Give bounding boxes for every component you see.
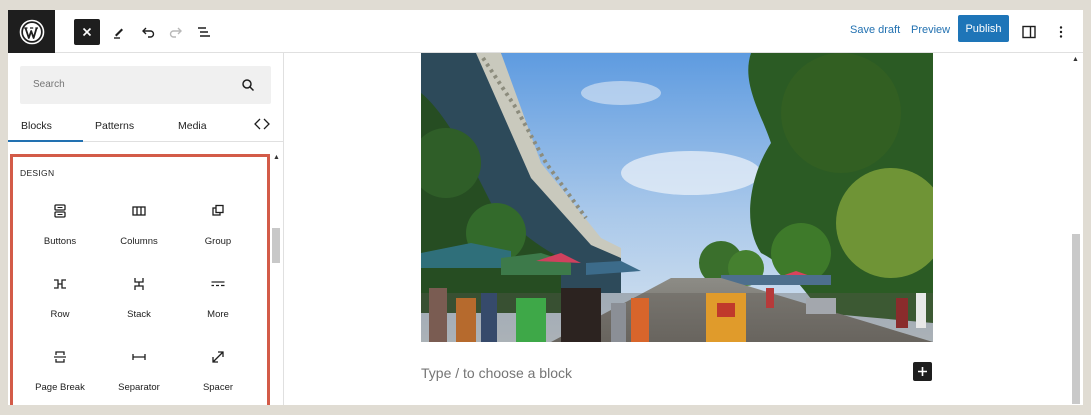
more-icon [211, 281, 225, 287]
block-page-break[interactable]: Page Break [22, 346, 98, 402]
save-draft-button[interactable]: Save draft [850, 24, 900, 36]
preview-button[interactable]: Preview [911, 24, 950, 36]
scroll-up-arrow-icon[interactable]: ▲ [273, 154, 280, 161]
block-columns[interactable]: Columns [101, 200, 177, 256]
block-search-input[interactable]: Search [20, 66, 271, 104]
document-overview-button[interactable] [191, 19, 217, 45]
more-options-icon [1059, 26, 1063, 38]
block-separator[interactable]: Separator [101, 346, 177, 402]
redo-icon [169, 27, 182, 38]
block-placeholder[interactable]: Type / to choose a block [421, 365, 572, 381]
spacer-icon [212, 351, 224, 363]
sidebar-toggle-icon [1022, 25, 1036, 39]
block-label: Page Break [35, 382, 85, 393]
block-row[interactable]: Row [22, 273, 98, 329]
buttons-icon [54, 204, 66, 218]
block-inserter-panel: Search Blocks Patterns Media DESIGN Butt… [8, 53, 284, 405]
tools-button[interactable] [106, 19, 132, 45]
settings-toggle-button[interactable] [1016, 19, 1042, 45]
list-view-icon [198, 27, 210, 37]
row-icon [54, 279, 66, 289]
undo-icon [142, 27, 155, 38]
block-buttons[interactable]: Buttons [22, 200, 98, 256]
block-group[interactable]: Group [180, 200, 256, 256]
active-tab-indicator [8, 140, 83, 142]
editor-top-bar: Save draft Preview Publish [8, 10, 1083, 53]
editor-canvas: Type / to choose a block ▲ [284, 53, 1083, 405]
inserter-scrollbar[interactable]: ▲ [271, 154, 281, 405]
block-label: Columns [120, 236, 158, 247]
wordpress-logo[interactable] [8, 10, 55, 53]
image-block[interactable] [421, 53, 933, 342]
canvas-scrollbar[interactable]: ▲ [1071, 53, 1081, 405]
page-break-icon [54, 351, 66, 363]
block-label: Stack [127, 309, 151, 320]
canvas-scroll-up-icon[interactable]: ▲ [1072, 56, 1079, 63]
search-icon [242, 79, 255, 92]
close-panel-icon[interactable] [252, 116, 272, 132]
block-label: Spacer [202, 382, 234, 393]
block-spacer[interactable]: Spacer [180, 346, 256, 402]
market-photo [421, 53, 933, 342]
editor-window: Save draft Preview Publish Search Blocks… [8, 10, 1083, 405]
close-icon [82, 27, 92, 37]
inserter-scroll-thumb[interactable] [272, 228, 280, 263]
block-more[interactable]: More [180, 273, 256, 329]
canvas-scroll-thumb[interactable] [1072, 234, 1080, 404]
close-inserter-button[interactable] [74, 19, 100, 45]
block-label: More [207, 309, 229, 320]
block-stack[interactable]: Stack [101, 273, 177, 329]
category-heading: DESIGN [20, 168, 55, 178]
plus-icon [918, 367, 927, 376]
publish-button[interactable]: Publish [958, 15, 1009, 42]
group-icon [212, 204, 224, 216]
search-placeholder: Search [33, 79, 65, 90]
tab-patterns[interactable]: Patterns [95, 120, 134, 132]
block-label: Row [50, 309, 70, 320]
stack-icon [134, 278, 144, 290]
undo-button[interactable] [135, 19, 161, 45]
wordpress-logo-icon [19, 19, 44, 44]
block-label: Separator [118, 382, 160, 393]
options-button[interactable] [1048, 19, 1074, 45]
block-label: Group [204, 236, 232, 247]
columns-icon [132, 206, 146, 216]
inserter-tabs: Blocks Patterns Media [8, 111, 284, 142]
add-block-button[interactable] [913, 362, 932, 381]
block-label: Buttons [43, 236, 77, 247]
redo-button[interactable] [163, 19, 189, 45]
pencil-icon [114, 28, 123, 39]
tab-blocks[interactable]: Blocks [21, 120, 52, 132]
tab-media[interactable]: Media [178, 120, 207, 132]
separator-icon [132, 354, 146, 360]
